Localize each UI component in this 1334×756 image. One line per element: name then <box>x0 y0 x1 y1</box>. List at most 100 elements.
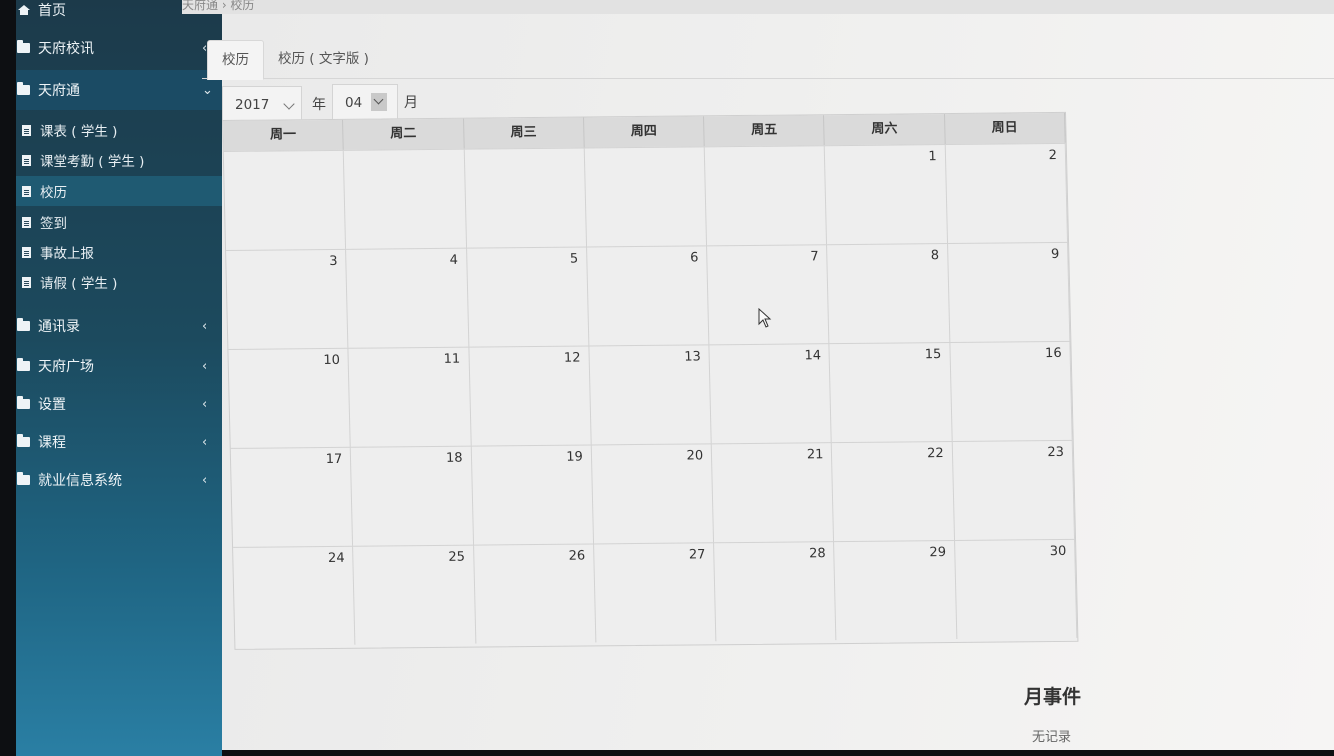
sidebar-item-settings[interactable]: 设置 ‹ <box>16 386 222 422</box>
document-icon <box>22 124 34 136</box>
calendar-day-cell[interactable]: 11 <box>348 346 472 447</box>
calendar-day-cell[interactable]: 6 <box>586 245 710 346</box>
month-events-empty: 无记录 <box>1032 730 1072 745</box>
folder-icon <box>16 396 30 409</box>
calendar-day-cell[interactable]: 13 <box>589 344 712 445</box>
month-unit-label: 月 <box>404 95 418 111</box>
chevron-left-icon: ‹ <box>202 396 208 412</box>
main-content: 天府通 › 校历 校历 校历 ( 文字版 ) 2017 年 04 月 周一 周二… <box>182 0 1334 750</box>
calendar-day-cell[interactable]: 3 <box>226 248 349 349</box>
calendar-day-cell[interactable]: 15 <box>829 342 953 443</box>
calendar-day-cell[interactable]: 27 <box>593 542 717 643</box>
sidebar-item-label: 设置 <box>38 397 66 413</box>
calendar-day-cell[interactable]: 22 <box>832 441 955 542</box>
calendar-day-cell[interactable]: 16 <box>950 340 1073 442</box>
calendar-day-cell[interactable] <box>344 148 467 249</box>
sidebar-subitem-label: 课堂考勤 ( 学生 ) <box>40 154 145 170</box>
sidebar-subitem-label: 事故上报 <box>40 246 94 262</box>
calendar-week-row: 17 18 19 20 21 22 23 <box>230 439 1076 547</box>
weekday-header: 周二 <box>343 118 465 150</box>
calendar-day-cell[interactable]: 20 <box>591 443 715 544</box>
calendar-day-cell[interactable]: 25 <box>353 544 476 645</box>
sidebar-item-label: 天府广场 <box>38 359 94 375</box>
sidebar-item-courses[interactable]: 课程 ‹ <box>16 424 222 460</box>
sidebar-item-label: 课程 <box>38 435 66 451</box>
calendar-day-cell[interactable]: 5 <box>466 246 590 347</box>
top-bar: 天府通 › 校历 <box>182 0 1334 14</box>
calendar-day-cell[interactable]: 26 <box>473 543 597 644</box>
calendar-day-cell[interactable]: 2 <box>945 142 1069 244</box>
sidebar-subitem-signin[interactable]: 签到 <box>16 208 222 236</box>
calendar-day-cell[interactable]: 19 <box>471 444 594 545</box>
mouse-cursor-icon <box>758 308 772 328</box>
calendar-day-cell[interactable]: 7 <box>707 244 830 345</box>
calendar-day-cell[interactable]: 29 <box>834 539 958 641</box>
calendar-day-cell[interactable]: 30 <box>954 538 1078 639</box>
calendar-day-cell[interactable]: 28 <box>714 541 837 642</box>
calendar-day-cell[interactable] <box>704 145 828 246</box>
sidebar-item-employment[interactable]: 就业信息系统 ‹ <box>16 462 222 498</box>
sidebar-subitem-label: 校历 <box>40 185 67 201</box>
sidebar-item-contacts[interactable]: 通讯录 ‹ <box>16 308 222 344</box>
year-select[interactable]: 2017 <box>222 86 302 122</box>
calendar-week-row: 3456789 <box>226 241 1071 349</box>
month-select[interactable]: 04 <box>332 84 398 120</box>
calendar-day-cell[interactable]: 12 <box>468 345 592 446</box>
calendar-day-cell[interactable]: 1 <box>825 144 948 245</box>
sidebar-item-tianfu-square[interactable]: 天府广场 ‹ <box>16 348 222 384</box>
year-value: 2017 <box>235 97 270 113</box>
calendar-day-cell[interactable]: 21 <box>711 442 835 543</box>
sidebar-item-tianfu-news[interactable]: 天府校讯 ‹ <box>16 30 222 66</box>
chevron-left-icon: ‹ <box>202 318 208 334</box>
sidebar-subitem-timetable[interactable]: 课表 ( 学生 ) <box>16 116 222 144</box>
calendar-day-cell[interactable]: 4 <box>346 247 469 348</box>
sidebar-subitem-attendance[interactable]: 课堂考勤 ( 学生 ) <box>16 146 222 174</box>
weekday-header: 周一 <box>223 119 345 151</box>
document-icon <box>22 276 34 288</box>
folder-icon <box>16 472 30 485</box>
calendar-body: 1 2 3 4 5 6 7 8 9 10 11 12 13 14 15 16 17 18 19 20 21 22 23 24 2… <box>223 142 1078 646</box>
dropdown-arrow-icon <box>371 93 387 111</box>
school-calendar: 周一 周二 周三 周四 周五 周六 周日 1 2 3 4 5 6 7 8 9 10 11 12 13 14… <box>222 111 1079 650</box>
weekday-header: 周四 <box>583 116 705 148</box>
month-events-title: 月事件 <box>1024 686 1082 708</box>
sidebar-subitem-leave[interactable]: 请假 ( 学生 ) <box>16 268 222 296</box>
tab-calendar[interactable]: 校历 <box>207 40 264 80</box>
calendar-day-cell[interactable]: 14 <box>709 343 833 444</box>
chevron-down-icon <box>283 98 295 110</box>
weekday-header: 周三 <box>463 117 585 149</box>
calendar-day-cell[interactable]: 10 <box>228 347 352 448</box>
calendar-day-cell[interactable] <box>223 149 347 250</box>
calendar-day-cell[interactable]: 24 <box>233 545 356 646</box>
document-icon <box>22 246 34 258</box>
sidebar-item-tianfutong[interactable]: 天府通 ⌄ <box>16 70 222 110</box>
calendar-day-cell[interactable]: 23 <box>952 439 1076 540</box>
calendar-day-cell[interactable] <box>464 147 587 248</box>
home-icon <box>16 5 30 15</box>
sidebar-subitem-label: 请假 ( 学生 ) <box>40 276 118 292</box>
sidebar: 首页 天府校讯 ‹ 天府通 ⌄ 课表 ( 学生 ) 课堂考勤 ( 学生 ) 校历… <box>0 0 222 756</box>
sidebar-item-label: 就业信息系统 <box>38 473 122 489</box>
calendar-day-cell[interactable]: 17 <box>230 446 354 547</box>
sidebar-subitem-label: 签到 <box>40 216 67 232</box>
calendar-day-cell[interactable]: 8 <box>827 243 951 344</box>
weekday-header: 周五 <box>704 115 826 147</box>
folder-icon <box>16 318 30 331</box>
chevron-left-icon: ‹ <box>202 472 208 488</box>
calendar-week-row: 12 <box>223 142 1069 250</box>
calendar-week-row: 10 11 12 13 14 15 16 <box>228 340 1073 448</box>
breadcrumb: 天府通 › 校历 <box>182 0 255 12</box>
folder-open-icon <box>16 82 30 95</box>
sidebar-subitem-incident-report[interactable]: 事故上报 <box>16 238 222 266</box>
calendar-day-cell[interactable] <box>584 146 708 247</box>
sidebar-subitem-school-calendar[interactable]: 校历 <box>16 176 222 206</box>
calendar-day-cell[interactable]: 9 <box>947 241 1071 343</box>
month-value: 04 <box>345 95 363 111</box>
calendar-day-cell[interactable]: 18 <box>351 445 474 546</box>
year-unit-label: 年 <box>312 97 326 113</box>
weekday-header: 周日 <box>944 112 1066 145</box>
chevron-left-icon: ‹ <box>202 434 208 450</box>
weekday-header: 周六 <box>824 114 946 146</box>
chevron-down-icon: ⌄ <box>202 82 213 98</box>
tab-calendar-text[interactable]: 校历 ( 文字版 ) <box>264 40 383 78</box>
